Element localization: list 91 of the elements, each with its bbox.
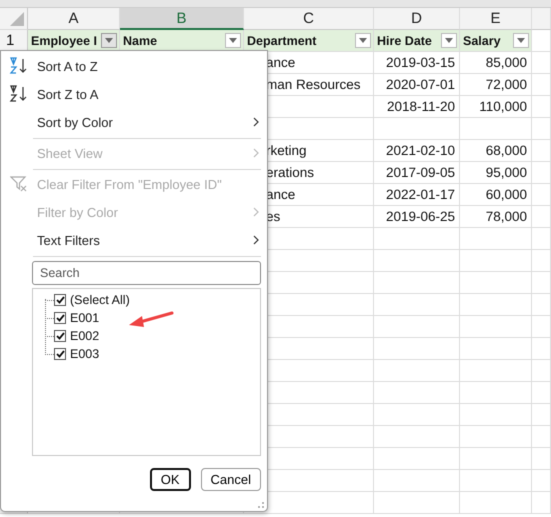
clear-filter-icon	[10, 176, 28, 192]
filter-dropdown-button[interactable]	[225, 33, 241, 48]
table-cell	[460, 294, 532, 316]
table-cell	[532, 228, 551, 250]
table-cell: 2022-01-17	[374, 184, 460, 206]
sort-icon	[9, 57, 29, 75]
table-cell: 2019-03-15	[374, 52, 460, 74]
table-cell	[460, 250, 532, 272]
value-label[interactable]: (Select All)	[70, 293, 130, 307]
table-cell: 95,000	[460, 162, 532, 184]
table-cell	[532, 360, 551, 382]
table-cell: 60,000	[460, 184, 532, 206]
table-cell	[532, 492, 551, 514]
table-cell: 85,000	[460, 52, 532, 74]
row-number[interactable]: 1	[0, 30, 28, 52]
table-cell	[532, 162, 551, 184]
filter-dropdown-button[interactable]	[441, 33, 457, 48]
table-cell: 2021-02-10	[374, 140, 460, 162]
table-cell	[532, 294, 551, 316]
table-cell	[460, 492, 532, 514]
sort-icon	[9, 85, 29, 103]
table-cell	[532, 382, 551, 404]
table-cell	[460, 316, 532, 338]
table-cell	[460, 228, 532, 250]
table-cell	[460, 470, 532, 492]
table-cell: 2018-11-20	[374, 96, 460, 118]
table-cell	[460, 360, 532, 382]
header-cell: Salary	[463, 34, 501, 48]
table-cell	[532, 118, 551, 140]
table-cell	[532, 206, 551, 228]
table-cell: 72,000	[460, 74, 532, 96]
checkbox[interactable]	[54, 348, 66, 360]
dropdown-arrow-icon	[445, 38, 453, 43]
table-cell	[532, 470, 551, 492]
table-cell	[532, 338, 551, 360]
table-cell	[532, 184, 551, 206]
header-cell: Name	[123, 34, 158, 48]
dropdown-arrow-icon	[105, 38, 113, 43]
header-cell: Employee I	[31, 34, 97, 48]
table-cell	[532, 316, 551, 338]
table-cell	[532, 448, 551, 470]
ok-button[interactable]: OK	[150, 468, 191, 491]
column-header[interactable]: C	[244, 8, 374, 30]
chevron-right-icon	[253, 117, 259, 127]
header-cell: Hire Date	[377, 34, 432, 48]
dropdown-arrow-icon	[229, 38, 237, 43]
value-label[interactable]: E003	[70, 347, 100, 361]
search-field[interactable]: Search	[32, 261, 261, 285]
table-cell: 2020-07-01	[374, 74, 460, 96]
table-cell	[460, 118, 532, 140]
table-cell	[532, 426, 551, 448]
table-cell	[532, 96, 551, 118]
value-label[interactable]: E001	[70, 311, 100, 325]
header-cell: Department	[247, 34, 316, 48]
filter-dropdown-button[interactable]	[513, 33, 529, 48]
column-header[interactable]: A	[28, 8, 120, 30]
checkbox[interactable]	[54, 312, 66, 324]
filter-dropdown-button[interactable]	[355, 33, 371, 48]
table-cell	[532, 140, 551, 162]
table-cell	[532, 74, 551, 96]
chevron-right-icon	[253, 235, 259, 245]
table-cell	[460, 404, 532, 426]
table-cell	[532, 404, 551, 426]
table-cell: 68,000	[460, 140, 532, 162]
table-cell: 110,000	[460, 96, 532, 118]
column-header[interactable]: D	[374, 8, 460, 30]
cancel-button[interactable]: Cancel	[200, 468, 261, 491]
filter-dropdown-button[interactable]	[101, 33, 117, 48]
dropdown-arrow-icon	[517, 38, 525, 43]
table-cell	[532, 52, 551, 74]
value-label[interactable]: E002	[70, 329, 100, 343]
table-cell	[460, 272, 532, 294]
table-cell	[460, 426, 532, 448]
table-cell: 78,000	[460, 206, 532, 228]
checkbox[interactable]	[54, 294, 66, 306]
arrow-annotation	[128, 311, 174, 329]
checkbox[interactable]	[54, 330, 66, 342]
table-cell	[532, 250, 551, 272]
table-cell	[460, 448, 532, 470]
chevron-right-icon	[253, 148, 259, 158]
table-cell: 2019-06-25	[374, 206, 460, 228]
dropdown-arrow-icon	[359, 38, 367, 43]
table-cell	[460, 382, 532, 404]
table-cell	[532, 272, 551, 294]
table-cell: 2017-09-05	[374, 162, 460, 184]
column-header[interactable]: E	[460, 8, 532, 30]
chevron-right-icon	[253, 207, 259, 217]
column-header[interactable]: B	[120, 8, 244, 30]
triangle-icon	[10, 12, 24, 26]
table-cell	[460, 338, 532, 360]
resize-grip-icon[interactable]	[257, 501, 265, 509]
